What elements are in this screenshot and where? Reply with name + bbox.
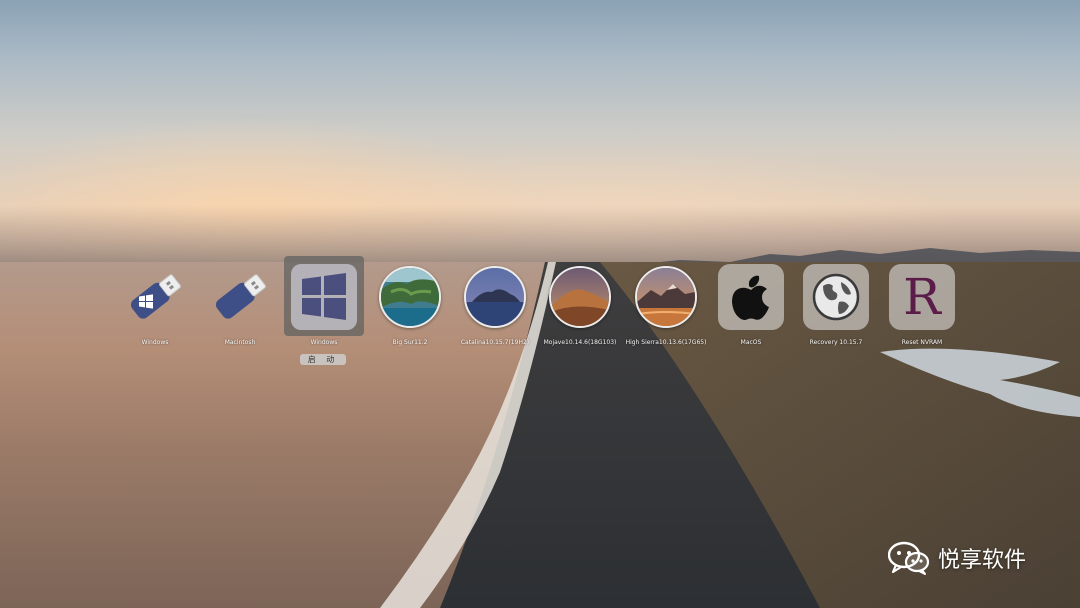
boot-button[interactable]: 启 动 <box>300 354 346 365</box>
opencore-boot-picker-screen: Windows Macintosh Windows Big Sur11.2 Ca… <box>0 0 1080 608</box>
boot-entry-recovery[interactable]: Recovery 10.15.7 <box>793 256 877 366</box>
boot-entry-catalina[interactable]: Catalina10.15.7(19H2) <box>452 256 536 366</box>
watermark-text: 悦享软件 <box>938 548 1027 573</box>
boot-entry-windows-selected[interactable]: Windows <box>281 256 365 366</box>
boot-entry-big-sur[interactable]: Big Sur11.2 <box>367 256 451 366</box>
boot-entry-macintosh-usb[interactable]: Macintosh <box>197 256 281 366</box>
windows-logo-icon <box>291 264 357 330</box>
reset-r-icon: R <box>889 264 955 330</box>
usb-drive-icon <box>207 264 273 330</box>
boot-entry-label: Reset NVRAM <box>901 339 943 346</box>
usb-drive-windows-icon <box>122 264 188 330</box>
boot-entry-high-sierra[interactable]: High Sierra10.13.6(17G65) <box>623 256 707 366</box>
apple-logo-icon <box>718 264 784 330</box>
catalina-icon <box>462 264 528 330</box>
big-sur-icon <box>377 264 443 330</box>
wechat-icon <box>888 541 930 575</box>
mojave-icon <box>547 264 613 330</box>
globe-icon <box>803 264 869 330</box>
boot-entry-windows-usb[interactable]: Windows <box>112 256 196 366</box>
boot-entry-list: Windows Macintosh Windows Big Sur11.2 Ca… <box>112 256 968 376</box>
boot-entry-mojave[interactable]: Mojave10.14.6(18G103) <box>537 256 621 366</box>
watermark: 悦享软件 <box>888 540 1026 576</box>
boot-entry-macos[interactable]: MacOS <box>708 256 792 366</box>
boot-entry-reset-nvram[interactable]: R Reset NVRAM <box>879 256 963 366</box>
high-sierra-icon <box>633 264 699 330</box>
reset-r-letter: R <box>903 268 941 326</box>
